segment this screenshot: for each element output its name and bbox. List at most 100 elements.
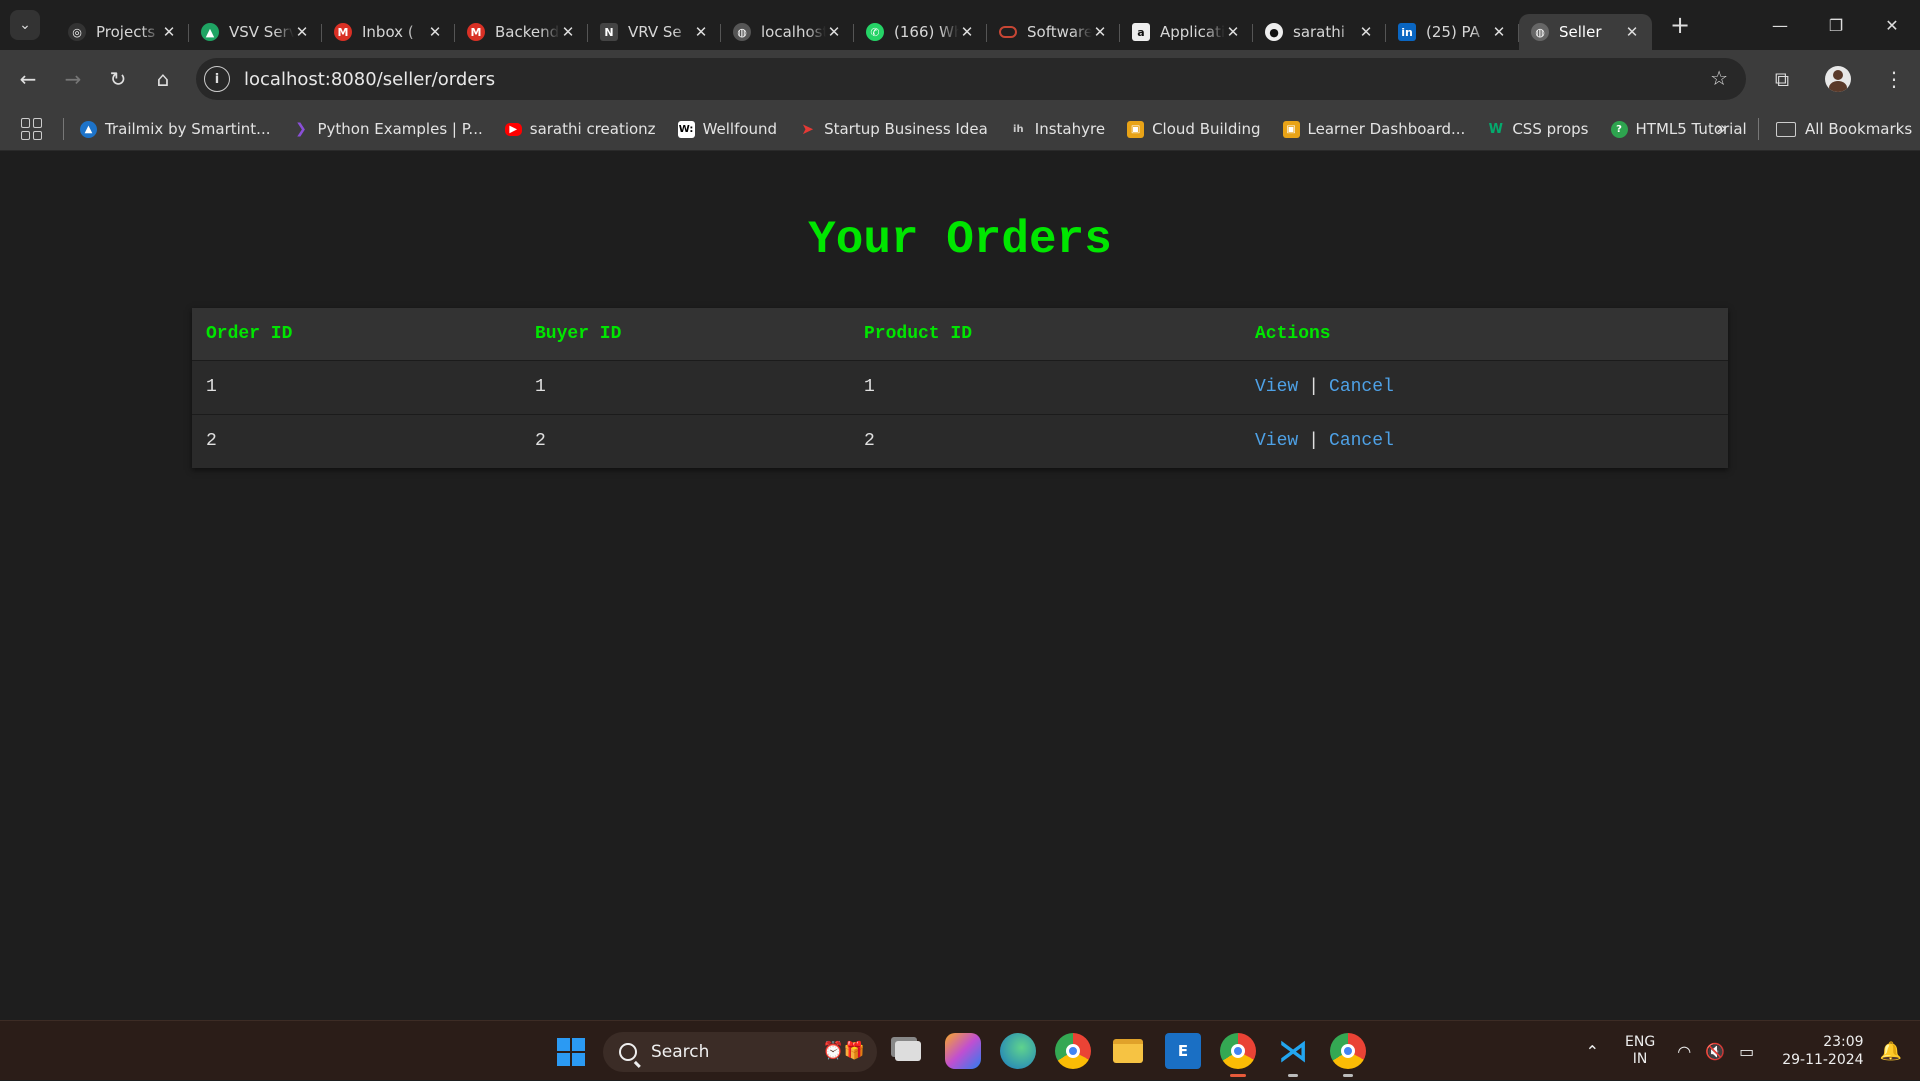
close-tab-icon[interactable]: ✕	[1624, 23, 1640, 41]
windows-start-icon[interactable]	[557, 1038, 585, 1066]
tab[interactable]: ▲ VSV Service✕	[189, 14, 322, 50]
tab[interactable]: ● sarathi ✕	[1253, 14, 1386, 50]
bookmark-item[interactable]: W: Wellfound	[677, 120, 777, 138]
product-id-cell: 2	[850, 413, 1241, 468]
close-tab-icon[interactable]: ✕	[1358, 23, 1374, 41]
globe-icon: ◍	[1531, 23, 1549, 41]
bookmark-label: Trailmix by Smartint...	[105, 120, 271, 138]
cancel-order-link[interactable]: Cancel	[1329, 377, 1394, 397]
cancel-order-link[interactable]: Cancel	[1329, 431, 1394, 451]
reload-button[interactable]: ↻	[98, 59, 138, 99]
close-tab-icon[interactable]: ✕	[427, 23, 443, 41]
bookmark-item[interactable]: ▶ sarathi creationz	[504, 120, 656, 138]
clock-time: 23:09	[1823, 1034, 1864, 1050]
tab[interactable]: N VRV Se ✕	[588, 14, 721, 50]
bookmark-item[interactable]: ▣ Cloud Building	[1127, 120, 1261, 138]
copilot-icon[interactable]	[945, 1033, 981, 1069]
actions-cell: View | Cancel	[1241, 359, 1728, 414]
view-order-link[interactable]: View	[1255, 377, 1298, 397]
tab-title: (166) WhatsApp	[894, 23, 959, 41]
forward-button[interactable]: →	[53, 59, 93, 99]
tab[interactable]: M Backend ✕	[455, 14, 588, 50]
bookmark-item[interactable]: ▣ Learner Dashboard...	[1282, 120, 1465, 138]
bookmark-item[interactable]: ▲ Trailmix by Smartint...	[80, 120, 270, 138]
chevron-up-icon[interactable]: ⌃	[1586, 1042, 1599, 1061]
address-bar[interactable]: i localhost:8080/seller/orders ☆	[196, 58, 1746, 100]
divider	[1758, 118, 1759, 140]
close-window-button[interactable]: ✕	[1864, 0, 1920, 50]
search-label: Search	[651, 1042, 710, 1062]
apps-grid-icon[interactable]	[21, 118, 43, 140]
back-button[interactable]: ←	[8, 59, 48, 99]
close-tab-icon[interactable]: ✕	[1491, 23, 1507, 41]
tab[interactable]: ◎ Projects ✕	[56, 14, 189, 50]
edge-icon[interactable]	[1000, 1033, 1036, 1069]
tab[interactable]: Software ✕	[987, 14, 1120, 50]
arrow-right-icon: →	[64, 67, 82, 91]
file-explorer-icon[interactable]	[1110, 1033, 1146, 1069]
restore-button[interactable]: ❐	[1808, 0, 1864, 50]
view-order-link[interactable]: View	[1255, 431, 1298, 451]
task-view-icon[interactable]	[890, 1033, 926, 1069]
avatar	[1825, 66, 1851, 92]
bookmark-item[interactable]: ❯ Python Examples | P...	[292, 120, 483, 138]
product-id-cell: 1	[850, 359, 1241, 414]
home-button[interactable]: ⌂	[143, 59, 183, 99]
outlook-icon[interactable]: E	[1165, 1033, 1201, 1069]
notification-bell-icon[interactable]: 🔔	[1880, 1041, 1902, 1062]
site-info-icon[interactable]: i	[204, 66, 230, 92]
close-tab-icon[interactable]: ✕	[693, 23, 709, 41]
bookmark-star-icon[interactable]: ☆	[1710, 66, 1728, 90]
column-header-buyer-id: Buyer ID	[521, 308, 850, 360]
close-tab-icon[interactable]: ✕	[1092, 23, 1108, 41]
tab-title: (25) PA	[1426, 23, 1480, 41]
tab[interactable]: in (25) PA ✕	[1386, 14, 1519, 50]
tab[interactable]: M Inbox (✕	[322, 14, 455, 50]
actions-cell: View | Cancel	[1241, 413, 1728, 468]
column-header-order-id: Order ID	[192, 308, 521, 360]
box-icon: ▣	[1282, 120, 1300, 138]
vscode-icon[interactable]: ⋊	[1275, 1033, 1311, 1077]
linkedin-icon: in	[1398, 23, 1416, 41]
language-indicator[interactable]: ENG IN	[1625, 1034, 1655, 1068]
battery-icon[interactable]: ▭	[1739, 1042, 1754, 1061]
new-tab-button[interactable]: +	[1666, 11, 1694, 39]
order-id-cell: 1	[192, 359, 521, 414]
tab[interactable]: ✆ (166) WhatsApp✕	[854, 14, 987, 50]
close-tab-icon[interactable]: ✕	[959, 23, 975, 41]
bookmark-item[interactable]: W CSS props	[1487, 120, 1589, 138]
oracle-icon	[999, 26, 1017, 38]
tab-strip: ⌄ ◎Projects✕ ▲VSV Service✕ MInbox (✕ MBa…	[0, 0, 1920, 50]
clock[interactable]: 23:09 29-11-2024	[1782, 1033, 1863, 1069]
profile-button[interactable]	[1816, 57, 1860, 101]
tab-active[interactable]: ◍ Seller ✕	[1519, 14, 1652, 50]
chevron-double-right-icon[interactable]: »	[1716, 118, 1727, 139]
toolbar-actions: ⧉ ⋮	[1760, 50, 1920, 108]
minimize-button[interactable]: —	[1752, 0, 1808, 50]
tab[interactable]: ◍ localhost ✕	[721, 14, 854, 50]
table-header-row: Order ID Buyer ID Product ID Actions	[192, 308, 1728, 360]
chrome-icon[interactable]	[1330, 1033, 1366, 1077]
menu-kebab-icon[interactable]: ⋮	[1872, 57, 1916, 101]
wifi-icon[interactable]: ◠	[1677, 1042, 1691, 1061]
all-bookmarks-button[interactable]: All Bookmarks	[1776, 120, 1912, 138]
tab-search-button[interactable]: ⌄	[10, 10, 40, 40]
volume-muted-icon[interactable]: 🔇	[1705, 1042, 1725, 1061]
close-tab-icon[interactable]: ✕	[1225, 23, 1241, 41]
chevron-down-icon: ⌄	[19, 17, 31, 33]
url-text[interactable]: localhost:8080/seller/orders	[244, 69, 495, 90]
close-tab-icon[interactable]: ✕	[161, 23, 177, 41]
chrome-icon[interactable]	[1055, 1033, 1091, 1069]
youtube-icon: ▶	[504, 122, 522, 136]
close-tab-icon[interactable]: ✕	[826, 23, 842, 41]
language-code: ENG	[1625, 1034, 1656, 1050]
chrome-icon[interactable]	[1220, 1033, 1256, 1077]
extensions-icon[interactable]: ⧉	[1760, 57, 1804, 101]
bookmark-item[interactable]: ➤ Startup Business Idea	[799, 120, 988, 138]
close-tab-icon[interactable]: ✕	[294, 23, 310, 41]
taskbar-search[interactable]: Search ⏰🎁	[603, 1032, 877, 1072]
tab[interactable]: a Application✕	[1120, 14, 1253, 50]
close-tab-icon[interactable]: ✕	[560, 23, 576, 41]
bookmark-item[interactable]: ih Instahyre	[1010, 120, 1105, 138]
active-app-indicator	[1230, 1074, 1246, 1077]
